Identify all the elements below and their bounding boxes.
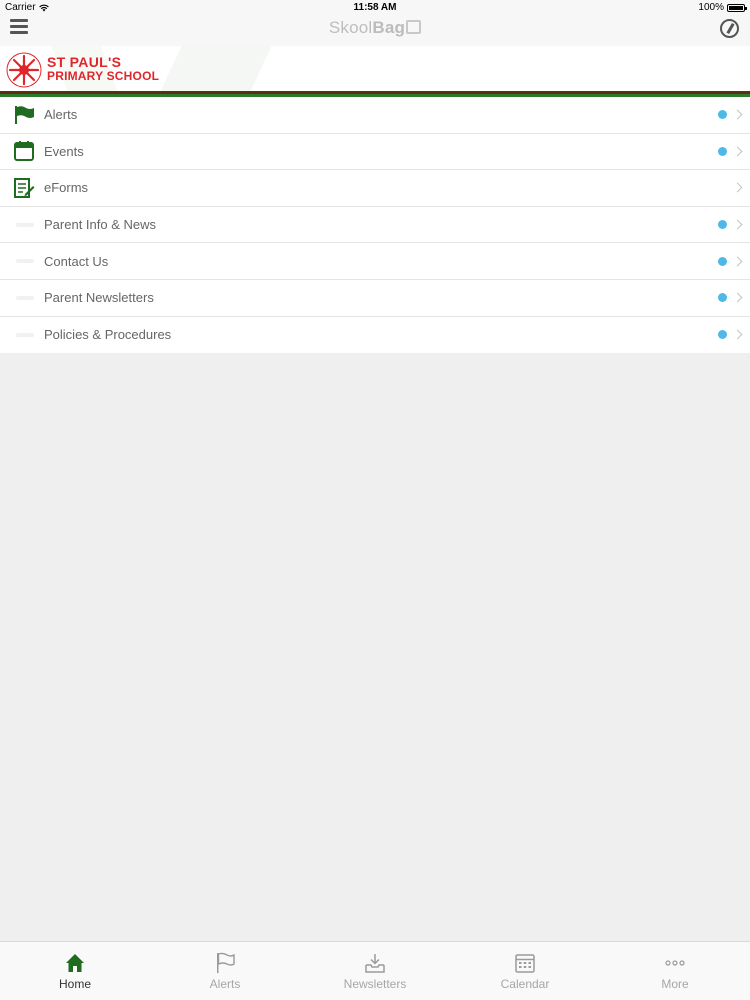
placeholder-icon <box>16 332 34 337</box>
menu-item-label: eForms <box>44 180 89 196</box>
flag-icon <box>15 105 34 124</box>
status-bar: Carrier 11:58 AM 100% <box>0 0 750 14</box>
menu-item-events[interactable]: Events <box>0 134 750 171</box>
unread-dot <box>718 110 727 120</box>
chevron-right-icon <box>732 146 743 157</box>
bag-icon <box>406 20 422 34</box>
menu-item-policies-procedures[interactable]: Policies & Procedures <box>0 317 750 354</box>
unread-dot <box>718 293 727 303</box>
placeholder-icon <box>16 259 34 264</box>
menu-item-label: Policies & Procedures <box>44 327 172 343</box>
menu-item-label: Alerts <box>44 107 78 123</box>
inbox-icon <box>365 954 385 973</box>
school-name: ST PAUL'S PRIMARY SCHOOL <box>47 55 159 83</box>
menu-item-label: Parent Info & News <box>44 217 156 233</box>
tab-newsletters[interactable]: Newsletters <box>300 942 450 1000</box>
battery-icon <box>727 3 747 12</box>
app-logo-bold: Bag <box>372 18 406 37</box>
tab-more[interactable]: More <box>600 942 750 1000</box>
menu-item-parent-newsletters[interactable]: Parent Newsletters <box>0 280 750 317</box>
navigation-bar: SkoolBag <box>0 14 750 46</box>
menu-item-alerts[interactable]: Alerts <box>0 97 750 134</box>
battery-percent: 100% <box>698 2 724 13</box>
chevron-right-icon <box>732 183 743 193</box>
school-name-line2: PRIMARY SCHOOL <box>47 69 160 83</box>
banner-decoration <box>158 46 272 91</box>
tab-bar: Home Alerts Newsletters Calendar More <box>0 941 750 1000</box>
unread-dot <box>718 146 727 156</box>
flag-icon <box>217 952 235 973</box>
tab-alerts[interactable]: Alerts <box>150 942 300 1000</box>
app-logo-light: Skool <box>328 18 373 37</box>
tab-label: Calendar <box>500 977 550 991</box>
school-banner: ST PAUL'S PRIMARY SCHOOL <box>0 46 750 94</box>
unread-dot <box>718 256 727 266</box>
tab-label: More <box>661 977 689 991</box>
home-menu-list: Alerts Events eForms Parent Info & News … <box>0 97 750 354</box>
status-time: 11:58 AM <box>353 2 397 13</box>
unread-dot <box>718 330 727 340</box>
chevron-right-icon <box>732 292 743 303</box>
tab-label: Newsletters <box>343 977 407 991</box>
tab-label: Home <box>58 977 91 991</box>
unread-dot <box>718 220 727 230</box>
calendar-icon <box>515 954 535 973</box>
form-icon <box>14 177 35 198</box>
school-name-line1: ST PAUL'S <box>47 54 122 70</box>
menu-item-label: Events <box>44 143 84 159</box>
school-crest-icon <box>6 52 42 88</box>
menu-item-contact-us[interactable]: Contact Us <box>0 243 750 280</box>
tab-home[interactable]: Home <box>0 942 150 1000</box>
menu-item-label: Contact Us <box>44 253 109 269</box>
app-logo: SkoolBag <box>0 18 750 38</box>
tab-label: Alerts <box>209 977 241 991</box>
menu-item-label: Parent Newsletters <box>44 290 154 306</box>
chevron-right-icon <box>732 219 743 230</box>
placeholder-icon <box>16 295 34 300</box>
home-icon <box>66 954 84 972</box>
more-icon <box>665 960 685 966</box>
chevron-right-icon <box>732 329 743 340</box>
tab-calendar[interactable]: Calendar <box>450 942 600 1000</box>
sync-button[interactable] <box>720 19 739 38</box>
menu-item-eforms[interactable]: eForms <box>0 170 750 207</box>
chevron-right-icon <box>732 256 743 267</box>
chevron-right-icon <box>732 109 743 120</box>
battery-indicator: 100% <box>698 2 747 13</box>
calendar-icon <box>14 141 34 162</box>
placeholder-icon <box>16 222 34 227</box>
menu-item-parent-info-news[interactable]: Parent Info & News <box>0 207 750 244</box>
